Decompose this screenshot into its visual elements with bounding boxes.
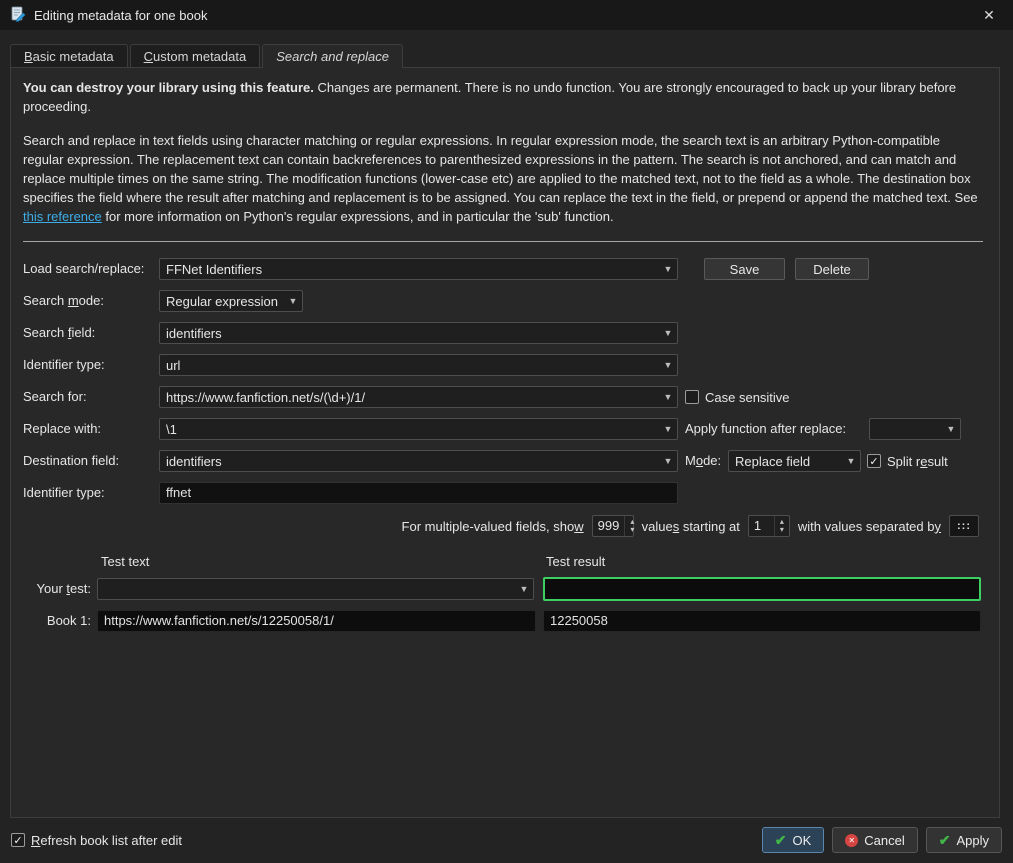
search-mode-select[interactable]: Regular expression ▼ (159, 290, 303, 312)
replace-with-label: Replace with: (23, 418, 101, 440)
multi-separator-label: with values separated by (798, 519, 941, 534)
your-test-input[interactable]: ▼ (97, 578, 534, 600)
warning-bold: You can destroy your library using this … (23, 80, 314, 95)
split-result-checkbox[interactable]: Split result (867, 450, 948, 472)
description-paragraph: Search and replace in text fields using … (23, 131, 979, 226)
search-replace-panel: You can destroy your library using this … (10, 67, 1000, 818)
save-button[interactable]: Save (704, 258, 785, 280)
test-text-header: Test text (101, 554, 149, 569)
tab-search-and-replace[interactable]: Search and replace (262, 44, 403, 68)
search-for-input[interactable]: https://www.fanfiction.net/s/(\d+)/1/ ▼ (159, 386, 678, 408)
apply-button-label: Apply (956, 833, 989, 848)
chevron-down-icon: ▼ (659, 424, 677, 434)
your-test-result-field (543, 577, 981, 601)
edit-metadata-icon (10, 6, 26, 25)
tab-bar: Basic metadata Custom metadata Search an… (10, 44, 405, 67)
description-text-1: Search and replace in text fields using … (23, 133, 978, 205)
apply-check-icon: ✔ (939, 833, 951, 847)
cancel-x-icon: ✕ (845, 834, 858, 847)
section-divider (23, 241, 983, 242)
search-field-value: identifiers (160, 326, 659, 341)
book1-test-text-field: https://www.fanfiction.net/s/12250058/1/ (97, 610, 536, 632)
close-icon[interactable]: ✕ (975, 0, 1003, 30)
identifier-type-select[interactable]: url ▼ (159, 354, 678, 376)
mode-select[interactable]: Replace field ▼ (728, 450, 861, 472)
titlebar: Editing metadata for one book ✕ (0, 0, 1013, 30)
multi-start-label: values starting at (642, 519, 740, 534)
window-title: Editing metadata for one book (34, 8, 207, 23)
checkbox-box (11, 833, 25, 847)
load-search-replace-label: Load search/replace: (23, 258, 144, 280)
test-result-header: Test result (546, 554, 605, 569)
separator-button[interactable]: ::: (949, 515, 979, 537)
chevron-down-icon: ▼ (515, 584, 533, 594)
multi-start-value: 1 (749, 516, 774, 536)
search-mode-value: Regular expression (160, 294, 284, 309)
destination-field-select[interactable]: identifiers ▼ (159, 450, 678, 472)
ok-button[interactable]: ✔ OK (762, 827, 825, 853)
spinner-arrows-icon[interactable]: ▴▾ (774, 516, 789, 536)
apply-function-label: Apply function after replace: (685, 418, 846, 440)
your-test-label: Your test: (19, 578, 91, 600)
identifier-type-label: Identifier type: (23, 354, 105, 376)
cancel-button-label: Cancel (864, 833, 904, 848)
checkbox-box (685, 390, 699, 404)
chevron-down-icon: ▼ (659, 328, 677, 338)
delete-button[interactable]: Delete (795, 258, 869, 280)
load-search-replace-select[interactable]: FFNet Identifiers ▼ (159, 258, 678, 280)
search-field-label: Search field: (23, 322, 95, 344)
chevron-down-icon: ▼ (659, 456, 677, 466)
mode-label: Mode: (685, 450, 721, 472)
apply-function-select[interactable]: ▼ (869, 418, 961, 440)
ok-button-label: OK (792, 833, 811, 848)
ok-check-icon: ✔ (775, 833, 787, 847)
multi-show-value: 999 (593, 516, 625, 536)
chevron-down-icon: ▼ (284, 296, 302, 306)
search-field-select[interactable]: identifiers ▼ (159, 322, 678, 344)
this-reference-link[interactable]: this reference (23, 209, 102, 224)
footer-buttons: ✔ OK ✕ Cancel ✔ Apply (762, 827, 1002, 853)
spinner-arrows-icon[interactable]: ▴▾ (624, 516, 639, 536)
mode-value: Replace field (729, 454, 842, 469)
cancel-button[interactable]: ✕ Cancel (832, 827, 917, 853)
multi-show-label: For multiple-valued fields, show (402, 519, 584, 534)
search-for-label: Search for: (23, 386, 87, 408)
case-sensitive-label: Case sensitive (705, 390, 790, 405)
load-search-replace-value: FFNet Identifiers (160, 262, 659, 277)
edit-metadata-dialog: Editing metadata for one book ✕ Basic me… (0, 0, 1013, 863)
chevron-down-icon: ▼ (659, 392, 677, 402)
dest-identifier-type-input[interactable]: ffnet (159, 482, 678, 504)
description-text-2: for more information on Python's regular… (102, 209, 614, 224)
refresh-book-list-checkbox[interactable]: Refresh book list after edit (11, 829, 182, 851)
case-sensitive-checkbox[interactable]: Case sensitive (685, 386, 790, 408)
dest-identifier-type-label: Identifier type: (23, 482, 105, 504)
replace-with-input[interactable]: \1 ▼ (159, 418, 678, 440)
destination-field-value: identifiers (160, 454, 659, 469)
chevron-down-icon: ▼ (842, 456, 860, 466)
multiple-values-row: For multiple-valued fields, show 999 ▴▾ … (11, 515, 979, 537)
apply-button[interactable]: ✔ Apply (926, 827, 1002, 853)
search-mode-label: Search mode: (23, 290, 104, 312)
warning-paragraph: You can destroy your library using this … (23, 78, 979, 116)
replace-with-value: \1 (160, 422, 659, 437)
identifier-type-value: url (160, 358, 659, 373)
refresh-book-list-label: Refresh book list after edit (31, 833, 182, 848)
intro-text: You can destroy your library using this … (23, 78, 979, 226)
tab-basic-metadata[interactable]: Basic metadata (10, 44, 128, 67)
destination-field-label: Destination field: (23, 450, 119, 472)
chevron-down-icon: ▼ (659, 360, 677, 370)
checkbox-box (867, 454, 881, 468)
tab-custom-metadata[interactable]: Custom metadata (130, 44, 261, 67)
book1-label: Book 1: (19, 610, 91, 632)
book1-test-result-field: 12250058 (543, 610, 981, 632)
split-result-label: Split result (887, 454, 948, 469)
chevron-down-icon: ▼ (659, 264, 677, 274)
multi-show-spinner[interactable]: 999 ▴▾ (592, 515, 634, 537)
dialog-footer: Refresh book list after edit ✔ OK ✕ Canc… (0, 824, 1013, 856)
search-for-value: https://www.fanfiction.net/s/(\d+)/1/ (160, 390, 659, 405)
chevron-down-icon: ▼ (942, 424, 960, 434)
multi-start-spinner[interactable]: 1 ▴▾ (748, 515, 790, 537)
